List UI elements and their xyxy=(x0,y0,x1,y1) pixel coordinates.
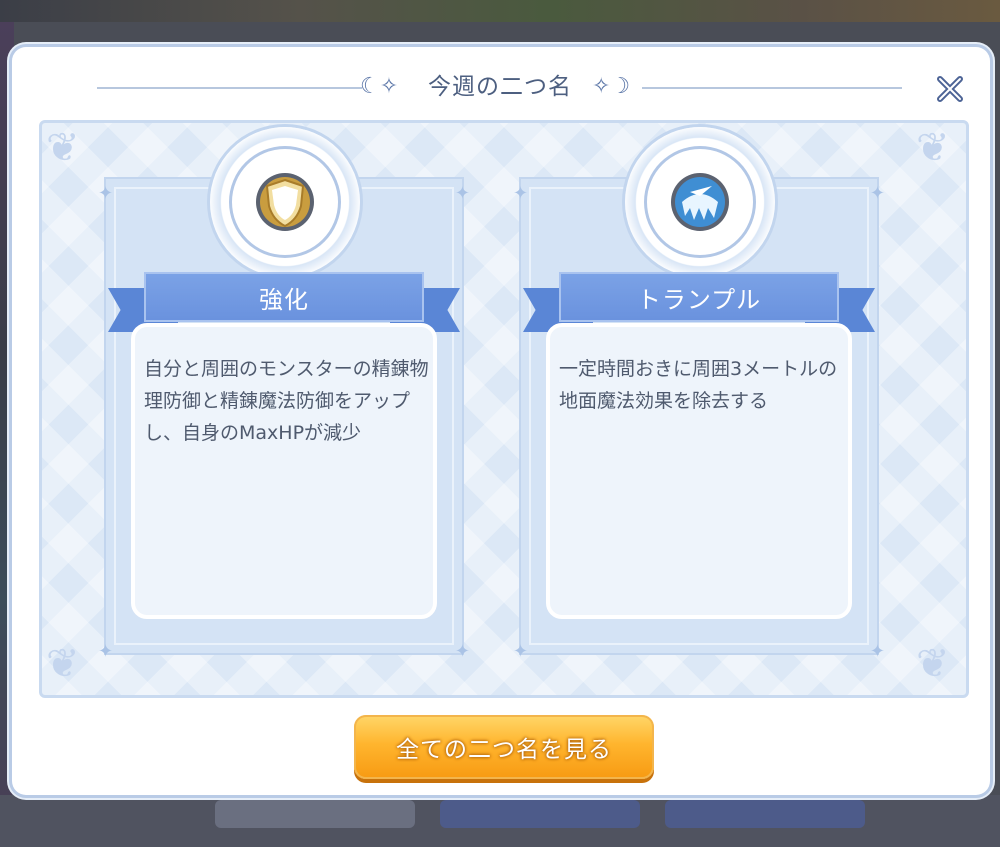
shield-icon xyxy=(255,172,315,232)
close-icon xyxy=(937,76,963,102)
card-title: 強化 xyxy=(144,272,424,322)
crescent-right-icon: ✧☽ xyxy=(592,74,631,99)
card-description: 自分と周囲のモンスターの精錬物理防御と精錬魔法防御をアップし、自身のMaxHPが… xyxy=(144,358,429,444)
card-medal xyxy=(625,127,775,277)
sparkle-icon: ✦ xyxy=(454,183,470,204)
background-button xyxy=(215,800,415,828)
crescent-left-icon: ☾✧ xyxy=(360,74,399,99)
corner-ornament-icon: ❦ xyxy=(916,641,950,687)
background-top-strip xyxy=(0,0,1000,22)
title-card-2: ✦ ✦ ✦ ✦ トランプル 一定時間おきに周囲3メートルの地面魔法効果を除去する xyxy=(513,127,885,661)
sparkle-icon: ✦ xyxy=(869,641,885,662)
background-button xyxy=(665,800,865,828)
corner-ornament-icon: ❦ xyxy=(916,125,950,171)
corner-ornament-icon: ❦ xyxy=(46,641,80,687)
sparkle-icon: ✦ xyxy=(513,641,529,662)
close-button[interactable] xyxy=(932,71,968,107)
background-button xyxy=(440,800,640,828)
card-description: 一定時間おきに周囲3メートルの地面魔法効果を除去する xyxy=(559,358,838,412)
header-divider-right xyxy=(642,87,902,89)
view-all-titles-button[interactable]: 全ての二つ名を見る xyxy=(354,715,654,779)
dialog-header: ☾✧ 今週の二つ名 ✧☽ xyxy=(12,47,990,127)
sparkle-icon: ✦ xyxy=(869,183,885,204)
title-card-1: ✦ ✦ ✦ ✦ 強化 自分と周囲のモンスターの精錬物理防御と精錬魔法防御をアップ… xyxy=(98,127,470,661)
weekly-title-dialog: ☾✧ 今週の二つ名 ✧☽ ❦ ❦ ❦ ❦ ✦ ✦ ✦ ✦ 強化 自分と周囲のモン… xyxy=(12,47,990,795)
dialog-title: 今週の二つ名 xyxy=(428,74,572,100)
card-title: トランプル xyxy=(559,272,839,322)
claw-slash-icon xyxy=(670,172,730,232)
sparkle-icon: ✦ xyxy=(454,641,470,662)
card-medal xyxy=(210,127,360,277)
sparkle-icon: ✦ xyxy=(513,183,529,204)
corner-ornament-icon: ❦ xyxy=(46,125,80,171)
header-divider-left xyxy=(97,87,362,89)
sparkle-icon: ✦ xyxy=(98,641,114,662)
sparkle-icon: ✦ xyxy=(98,183,114,204)
